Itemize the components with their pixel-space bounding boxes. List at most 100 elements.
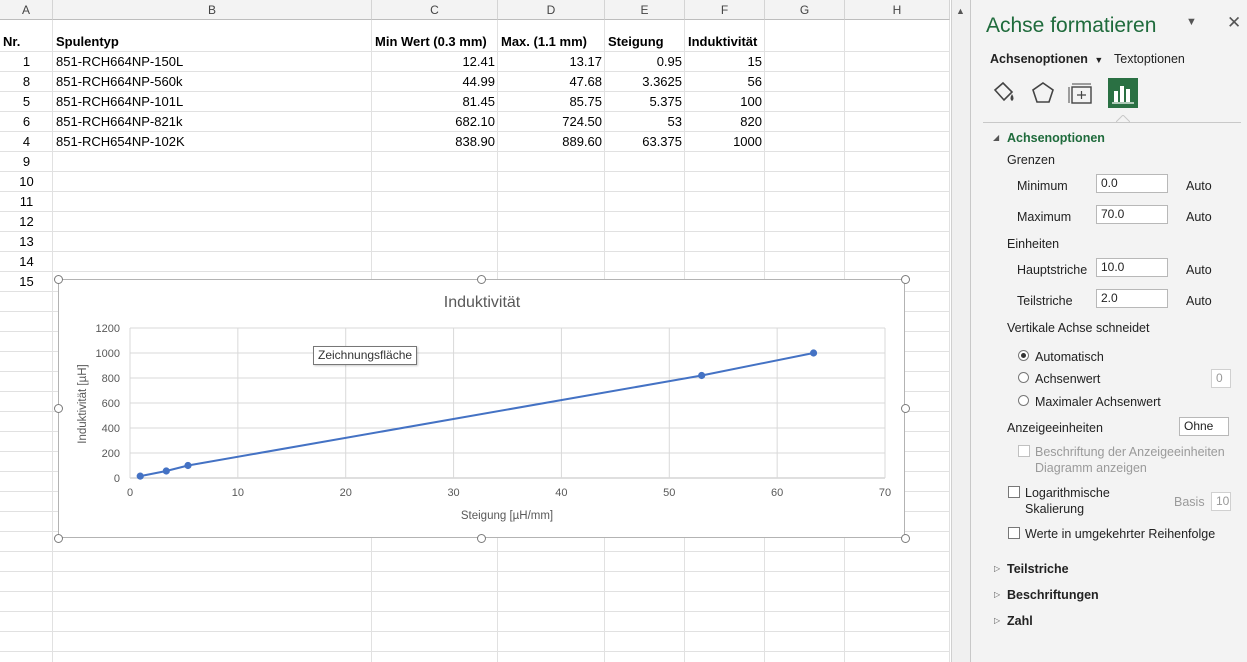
table-cell[interactable]: 5.375 [605,92,685,112]
radio-automatic[interactable] [1018,350,1029,361]
table-cell[interactable]: 47.68 [498,72,605,92]
tab-axis-options[interactable]: Achsenoptionen ▼ [990,52,1103,66]
reverse-order-label[interactable]: Werte in umgekehrter Reihenfolge [1025,527,1215,541]
display-units-select[interactable]: Ohne [1179,417,1229,436]
radio-automatic-label[interactable]: Automatisch [1035,350,1104,364]
resize-handle-e[interactable] [901,404,910,413]
minimum-auto-label[interactable]: Auto [1186,179,1212,193]
table-cell[interactable]: 682.10 [372,112,498,132]
scroll-up-icon[interactable]: ▲ [956,6,965,16]
table-cell[interactable]: 63.375 [605,132,685,152]
maximum-input[interactable]: 70.0 [1096,205,1168,224]
effects-icon[interactable] [1029,80,1057,108]
format-axis-pane[interactable]: Achse formatieren ▼ ✕ Achsenoptionen ▼ T… [970,0,1247,662]
column-header-d[interactable]: D [498,0,605,20]
row-label-cell[interactable]: 15 [0,272,53,292]
table-cell[interactable]: 851-RCH654NP-102K [53,132,372,152]
resize-handle-w[interactable] [54,404,63,413]
data-point[interactable] [162,467,170,475]
expand-ticks-icon[interactable]: ▷ [994,564,1000,573]
log-scale-checkbox[interactable] [1008,486,1020,498]
row-label-cell[interactable]: 14 [0,252,53,272]
column-header-b[interactable]: B [53,0,372,20]
data-point[interactable] [136,472,144,480]
expand-number-icon[interactable]: ▷ [994,616,1000,625]
table-cell[interactable]: 53 [605,112,685,132]
chart-object[interactable]: Induktivität 0 200 400 600 800 1000 1200 0 10 20… [58,279,905,538]
table-cell[interactable]: 851-RCH664NP-101L [53,92,372,112]
table-cell[interactable]: 13.17 [498,52,605,72]
section-number[interactable]: Zahl [1007,614,1033,628]
table-cell[interactable]: 820 [685,112,765,132]
resize-handle-nw[interactable] [54,275,63,284]
table-cell[interactable]: 0.95 [605,52,685,72]
column-header-a[interactable]: A [0,0,53,20]
table-cell[interactable]: 81.45 [372,92,498,112]
radio-axis-value[interactable] [1018,372,1029,383]
table-cell[interactable]: 44.99 [372,72,498,92]
table-cell[interactable]: 85.75 [498,92,605,112]
resize-handle-n[interactable] [477,275,486,284]
axis-options-icon[interactable] [1108,78,1138,108]
log-scale-label-2[interactable]: Skalierung [1025,502,1084,516]
collapse-triangle-icon[interactable]: ◢ [993,133,999,142]
table-cell[interactable]: 12.41 [372,52,498,72]
resize-handle-ne[interactable] [901,275,910,284]
table-cell[interactable]: 6 [0,112,53,132]
table-cell[interactable]: 838.90 [372,132,498,152]
row-label-cell[interactable]: 11 [0,192,53,212]
resize-handle-se[interactable] [901,534,910,543]
radio-max-axis-value-label[interactable]: Maximaler Achsenwert [1035,395,1161,409]
radio-max-axis-value[interactable] [1018,395,1029,406]
header-cell[interactable]: Spulentyp [53,32,372,52]
major-auto-label[interactable]: Auto [1186,263,1212,277]
major-unit-input[interactable]: 10.0 [1096,258,1168,277]
data-point[interactable] [698,371,706,380]
reverse-order-checkbox[interactable] [1008,527,1020,539]
row-label-cell[interactable]: 12 [0,212,53,232]
minor-unit-input[interactable]: 2.0 [1096,289,1168,308]
header-cell[interactable]: Nr. [0,32,53,52]
data-point[interactable] [809,349,818,357]
table-cell[interactable]: 889.60 [498,132,605,152]
table-cell[interactable]: 5 [0,92,53,112]
expand-labels-icon[interactable]: ▷ [994,590,1000,599]
minor-auto-label[interactable]: Auto [1186,294,1212,308]
header-cell[interactable]: Min Wert (0.3 mm) [372,32,498,52]
table-cell[interactable]: 15 [685,52,765,72]
column-header-c[interactable]: C [372,0,498,20]
fill-line-icon[interactable] [989,80,1017,108]
table-cell[interactable]: 851-RCH664NP-560k [53,72,372,92]
header-cell[interactable]: Steigung [605,32,685,52]
series-line[interactable] [140,352,814,478]
table-cell[interactable]: 1000 [685,132,765,152]
maximum-auto-label[interactable]: Auto [1186,210,1212,224]
size-properties-icon[interactable] [1068,80,1096,108]
data-point[interactable] [184,461,192,470]
vertical-scrollbar[interactable]: ▲ [951,0,970,662]
header-cell[interactable]: Induktivität [685,32,765,52]
column-header-f[interactable]: F [685,0,765,20]
minimum-input[interactable]: 0.0 [1096,174,1168,193]
row-label-cell[interactable]: 13 [0,232,53,252]
table-cell[interactable]: 56 [685,72,765,92]
axis-value-input[interactable]: 0 [1211,369,1231,388]
section-labels[interactable]: Beschriftungen [1007,588,1099,602]
row-label-cell[interactable]: 10 [0,172,53,192]
table-cell[interactable]: 724.50 [498,112,605,132]
table-cell[interactable]: 3.3625 [605,72,685,92]
table-cell[interactable]: 8 [0,72,53,92]
column-header-e[interactable]: E [605,0,685,20]
chart-canvas[interactable]: Induktivität 0 200 400 600 800 1000 1200 0 10 20… [59,280,904,537]
table-cell[interactable]: 851-RCH664NP-821k [53,112,372,132]
column-header-g[interactable]: G [765,0,845,20]
table-cell[interactable]: 851-RCH664NP-150L [53,52,372,72]
log-scale-label-1[interactable]: Logarithmische [1025,486,1110,500]
resize-handle-sw[interactable] [54,534,63,543]
table-cell[interactable]: 1 [0,52,53,72]
pane-options-icon[interactable]: ▼ [1186,16,1197,28]
section-tick-marks[interactable]: Teilstriche [1007,562,1069,576]
table-cell[interactable]: 4 [0,132,53,152]
row-label-cell[interactable]: 9 [0,152,53,172]
table-cell[interactable]: 100 [685,92,765,112]
